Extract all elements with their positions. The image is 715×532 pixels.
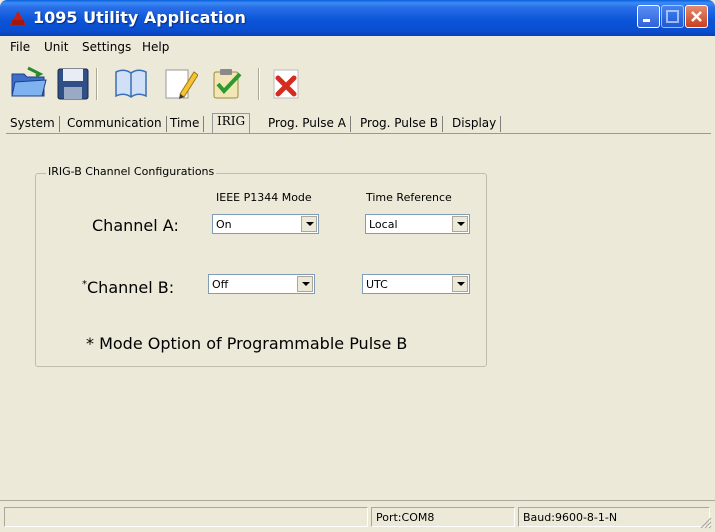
group-title: IRIG-B Channel Configurations <box>46 165 217 178</box>
minimize-icon <box>643 19 650 22</box>
channel-b-mode-value: Off <box>212 278 229 291</box>
clipboard-check-icon[interactable] <box>208 64 246 102</box>
channel-a-time-ref-select[interactable]: Local <box>365 214 470 234</box>
tab-irig[interactable]: IRIG <box>212 113 251 133</box>
window-title: 1095 Utility Application <box>33 8 246 27</box>
save-disk-icon[interactable] <box>54 64 92 102</box>
menu-help[interactable]: Help <box>142 40 169 54</box>
resize-grip-icon[interactable] <box>700 517 712 529</box>
status-baud: Baud:9600-8-1-N <box>518 507 710 527</box>
chevron-down-icon[interactable] <box>297 276 313 292</box>
close-icon <box>691 11 702 22</box>
title-bar[interactable]: 1095 Utility Application <box>0 0 715 36</box>
tab-prog-pulse-b[interactable]: Prog. Pulse B <box>356 116 443 132</box>
channel-a-label: Channel A: <box>92 216 179 235</box>
toolbar-separator <box>258 68 260 100</box>
channel-a-mode-select[interactable]: On <box>212 214 319 234</box>
status-cell-main <box>4 507 368 527</box>
chevron-down-icon[interactable] <box>452 216 468 232</box>
irig-panel: IRIG-B Channel Configurations IEEE P1344… <box>6 134 710 496</box>
status-bar: Port:COM8 Baud:9600-8-1-N <box>0 500 715 532</box>
channel-b-label: *Channel B: <box>82 278 174 297</box>
open-folder-icon[interactable] <box>10 64 48 102</box>
toolbar-separator <box>96 68 98 100</box>
delete-x-icon[interactable] <box>268 64 306 102</box>
book-icon[interactable] <box>112 64 150 102</box>
footnote: * Mode Option of Programmable Pulse B <box>86 334 408 353</box>
menu-unit[interactable]: Unit <box>44 40 68 54</box>
toolbar <box>0 60 715 106</box>
channel-b-time-ref-value: UTC <box>366 278 388 291</box>
channel-a-mode-value: On <box>216 218 232 231</box>
tab-prog-pulse-a[interactable]: Prog. Pulse A <box>264 116 351 132</box>
minimize-button[interactable] <box>637 5 660 28</box>
menu-bar: File Unit Settings Help <box>0 36 715 58</box>
tab-display[interactable]: Display <box>448 116 502 132</box>
close-button[interactable] <box>685 5 708 28</box>
channel-b-label-text: Channel B: <box>87 278 175 297</box>
chevron-down-icon[interactable] <box>301 216 317 232</box>
menu-file[interactable]: File <box>10 40 30 54</box>
app-window: 1095 Utility Application File Unit Setti… <box>0 0 715 532</box>
app-icon <box>10 11 26 25</box>
tab-time[interactable]: Time <box>166 116 205 132</box>
maximize-button[interactable] <box>661 5 684 28</box>
status-port: Port:COM8 <box>371 507 515 527</box>
menu-settings[interactable]: Settings <box>82 40 131 54</box>
channel-b-time-ref-select[interactable]: UTC <box>362 274 470 294</box>
col-header-time-ref: Time Reference <box>366 191 452 204</box>
tab-communication[interactable]: Communication <box>63 116 167 132</box>
chevron-down-icon[interactable] <box>452 276 468 292</box>
channel-a-time-ref-value: Local <box>369 218 398 231</box>
col-header-mode: IEEE P1344 Mode <box>216 191 312 204</box>
pencil-icon[interactable] <box>160 64 198 102</box>
maximize-icon <box>666 10 679 23</box>
channel-b-mode-select[interactable]: Off <box>208 274 315 294</box>
tab-system[interactable]: System <box>6 116 60 132</box>
